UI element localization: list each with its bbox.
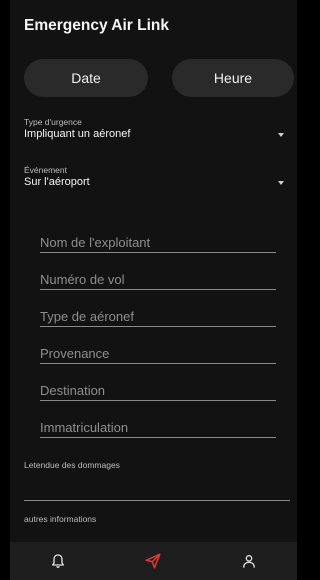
- bottom-navigation-bar: [10, 542, 297, 580]
- emergency-type-label: Type d'urgence: [24, 117, 82, 127]
- nav-send-tab[interactable]: [133, 542, 173, 580]
- operator-name-input[interactable]: [40, 235, 276, 250]
- origin-field[interactable]: [40, 338, 276, 364]
- event-select[interactable]: Événement Sur l'aéroport: [24, 165, 286, 188]
- nav-alerts-tab[interactable]: [38, 542, 78, 580]
- registration-input[interactable]: [40, 420, 276, 435]
- date-button[interactable]: Date: [24, 59, 148, 97]
- app-title: Emergency Air Link: [24, 17, 170, 34]
- bell-icon: [51, 554, 64, 568]
- other-info-label: autres informations: [24, 514, 97, 524]
- flight-number-input[interactable]: [40, 272, 276, 287]
- app-screen: Emergency Air Link Date Heure Type d'urg…: [10, 0, 297, 580]
- flight-number-field[interactable]: [40, 264, 276, 290]
- damage-label: Letendue des dommages: [24, 460, 120, 470]
- operator-name-field[interactable]: [40, 227, 276, 253]
- event-value: Sur l'aéroport: [24, 176, 90, 188]
- dropdown-arrow-icon: [278, 133, 284, 137]
- aircraft-type-input[interactable]: [40, 309, 276, 324]
- person-icon: [243, 555, 256, 568]
- registration-field[interactable]: [40, 412, 276, 438]
- destination-field[interactable]: [40, 375, 276, 401]
- emergency-type-select[interactable]: Type d'urgence Impliquant un aéronef: [24, 117, 286, 140]
- destination-input[interactable]: [40, 383, 276, 398]
- origin-input[interactable]: [40, 346, 276, 361]
- dropdown-arrow-icon: [278, 181, 284, 185]
- nav-profile-tab[interactable]: [229, 542, 269, 580]
- send-icon: [145, 553, 161, 569]
- emergency-type-value: Impliquant un aéronef: [24, 128, 131, 140]
- event-label: Événement: [24, 165, 67, 175]
- damage-input-line[interactable]: [24, 500, 290, 501]
- hour-button[interactable]: Heure: [172, 59, 294, 97]
- aircraft-type-field[interactable]: [40, 301, 276, 327]
